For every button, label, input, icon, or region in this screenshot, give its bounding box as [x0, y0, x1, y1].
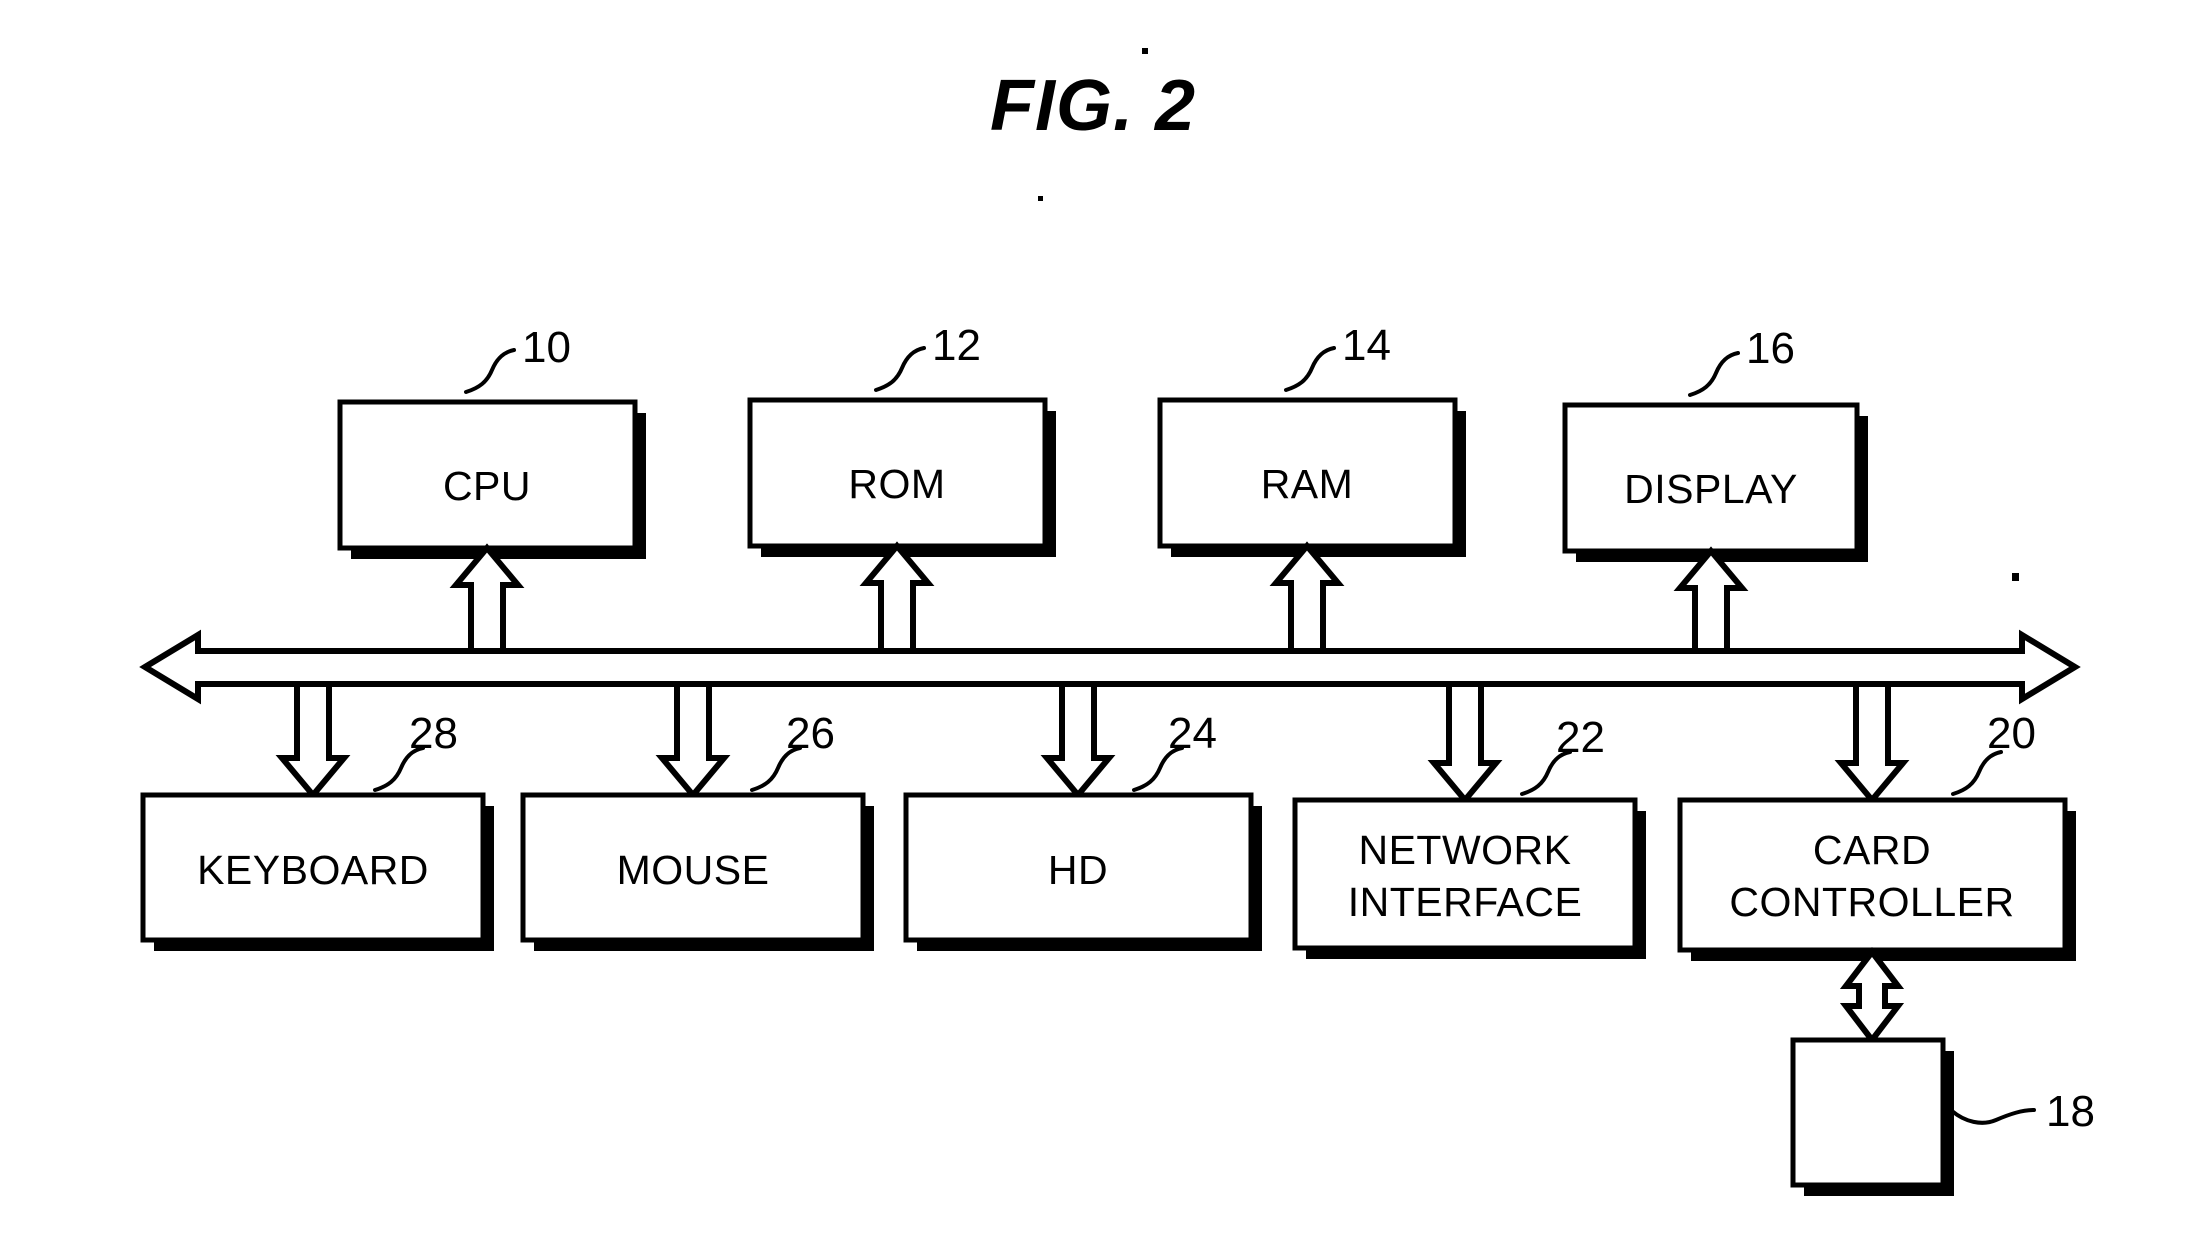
top-row-group: CPU 10 ROM 12 RAM 14 DISPLAY 16: [337, 321, 1868, 562]
unit-label-network-interface-line2: INTERFACE: [1348, 879, 1583, 925]
unit-box-card-controller[interactable]: CARD CONTROLLER: [1677, 797, 2076, 961]
ref-number-cpu: 10: [522, 323, 571, 372]
ref-number-ram: 14: [1342, 321, 1391, 370]
unit-label-card-controller-line1: CARD: [1813, 827, 1931, 873]
unit-box-hd[interactable]: HD: [903, 792, 1262, 951]
ref-number-mouse: 26: [786, 709, 835, 758]
bus-connector-arrow-cpu: [449, 543, 525, 654]
unit-label-mouse: MOUSE: [617, 847, 770, 893]
ref-number-display: 16: [1746, 324, 1795, 373]
bus-connector-arrow-network-interface: [1427, 681, 1503, 805]
unit-box-cpu[interactable]: CPU: [337, 399, 646, 559]
ref-number-card: 18: [2046, 1087, 2095, 1136]
scan-speck: [2012, 573, 2019, 581]
bus-band: [139, 629, 2081, 705]
ref-number-rom: 12: [932, 321, 981, 370]
leader-line-rom: [874, 346, 926, 392]
leader-line-card-controller: [1951, 750, 2003, 796]
bus-connector-arrow-rom: [859, 541, 935, 654]
bottom-row-group: KEYBOARD 28 MOUSE 26 HD 24 NETWORK INTER…: [140, 709, 2076, 961]
bus-connector-arrow-hd: [1040, 681, 1116, 800]
ref-number-network-interface: 22: [1556, 713, 1605, 762]
bus-connector-arrow-mouse: [655, 681, 731, 800]
unit-label-card-controller-line2: CONTROLLER: [1729, 879, 2014, 925]
figure-canvas: FIG. 2 CPU 10 ROM 12 RAM 14 DISPLAY 16 K…: [139, 48, 2095, 1196]
card-link-bidirectional-arrow: [1839, 947, 1905, 1045]
leader-line-cpu: [464, 348, 516, 394]
figure-title: FIG. 2: [990, 66, 1196, 146]
bus-connector-arrow-ram: [1269, 541, 1345, 654]
unit-box-card[interactable]: [1790, 1037, 1954, 1196]
ref-number-card-controller: 20: [1987, 709, 2036, 758]
unit-box-mouse[interactable]: MOUSE: [520, 792, 874, 951]
ref-number-keyboard: 28: [409, 709, 458, 758]
unit-label-hd: HD: [1048, 847, 1108, 893]
up-arrow-group: [449, 541, 1749, 654]
unit-box-ram[interactable]: RAM: [1157, 397, 1466, 557]
leader-line-card: [1950, 1108, 2036, 1125]
leader-line-ram: [1284, 346, 1336, 392]
unit-box-display[interactable]: DISPLAY: [1562, 402, 1868, 562]
unit-box-keyboard[interactable]: KEYBOARD: [140, 792, 494, 951]
unit-label-rom: ROM: [848, 461, 945, 507]
scan-speck: [1142, 48, 1148, 54]
unit-label-cpu: CPU: [443, 463, 531, 509]
unit-label-display: DISPLAY: [1624, 466, 1798, 512]
bus-connector-arrow-card-controller: [1834, 681, 1910, 805]
down-arrow-group: [275, 681, 1910, 805]
unit-box-rom[interactable]: ROM: [747, 397, 1056, 557]
system-bus[interactable]: [139, 629, 2081, 705]
patent-figure: FIG. 2 CPU 10 ROM 12 RAM 14 DISPLAY 16 K…: [0, 0, 2187, 1244]
unit-label-ram: RAM: [1261, 461, 1354, 507]
leader-line-display: [1688, 351, 1740, 397]
bus-connector-arrow-display: [1673, 546, 1749, 654]
unit-label-network-interface-line1: NETWORK: [1358, 827, 1571, 873]
ref-number-hd: 24: [1168, 709, 1217, 758]
scan-speck: [1038, 196, 1043, 201]
unit-box-network-interface[interactable]: NETWORK INTERFACE: [1292, 797, 1646, 959]
unit-label-keyboard: KEYBOARD: [197, 847, 429, 893]
bus-connector-arrow-keyboard: [275, 681, 351, 800]
